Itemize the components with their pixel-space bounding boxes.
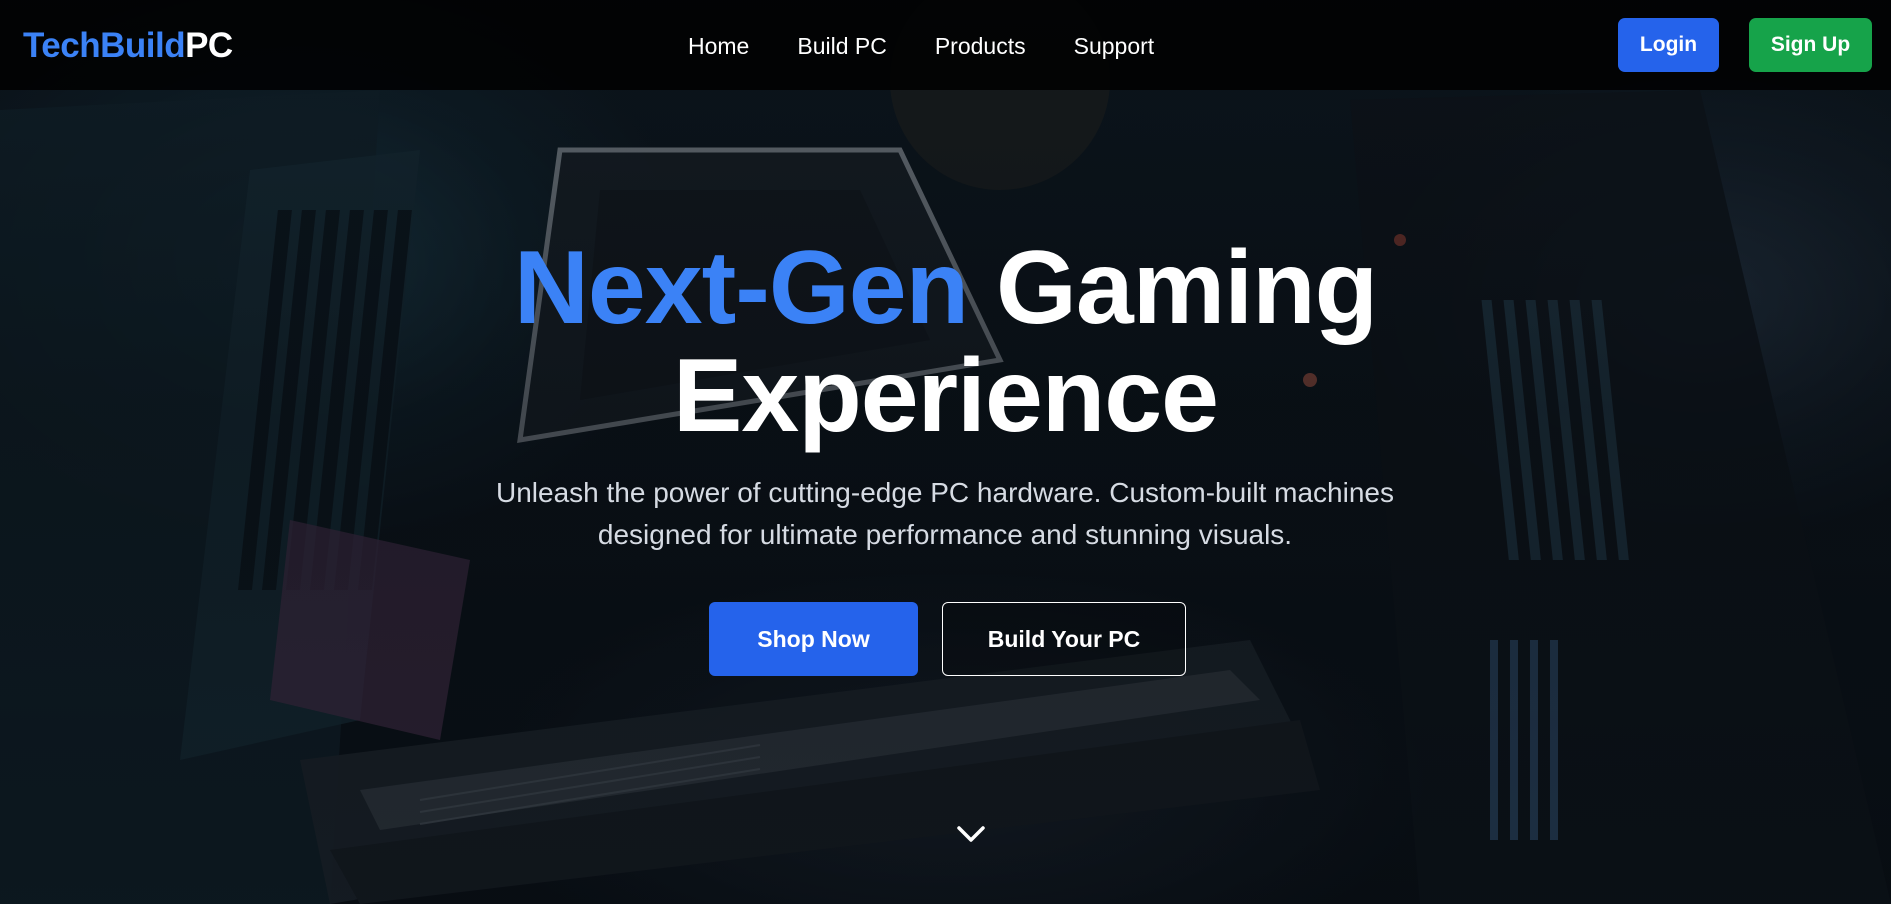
hero-subtitle-line2: designed for ultimate performance and st… — [597, 519, 1293, 550]
main-menu: Home Build PC Products Support — [688, 30, 1154, 62]
hero-title-gaming: Gaming — [996, 230, 1378, 346]
logo-text-techbuild: TechBuild — [23, 26, 186, 65]
hero-subtitle: Unleash the power of cutting-edge PC har… — [445, 472, 1445, 556]
nav-link-home[interactable]: Home — [688, 30, 749, 62]
hero-title-accent: Next-Gen — [513, 230, 969, 346]
landing-page: TechBuildPC Home Build PC Products Suppo… — [0, 0, 1891, 904]
chevron-down-icon[interactable] — [955, 822, 987, 846]
site-logo[interactable]: TechBuildPC — [23, 26, 233, 66]
chevron-down-glyph — [957, 826, 985, 842]
login-button[interactable]: Login — [1618, 18, 1719, 72]
logo-text-pc: PC — [185, 26, 233, 65]
top-navbar: TechBuildPC Home Build PC Products Suppo… — [0, 0, 1891, 90]
build-your-pc-button[interactable]: Build Your PC — [942, 602, 1186, 676]
hero-title: Next-Gen Gaming Experience — [0, 234, 1891, 450]
hero-subtitle-line1: Unleash the power of cutting-edge PC har… — [495, 477, 1394, 508]
nav-link-build-pc[interactable]: Build PC — [797, 30, 886, 62]
signup-button[interactable]: Sign Up — [1749, 18, 1872, 72]
shop-now-button[interactable]: Shop Now — [709, 602, 918, 676]
nav-link-support[interactable]: Support — [1074, 30, 1155, 62]
hero-title-experience: Experience — [673, 338, 1219, 454]
nav-link-products[interactable]: Products — [935, 30, 1026, 62]
